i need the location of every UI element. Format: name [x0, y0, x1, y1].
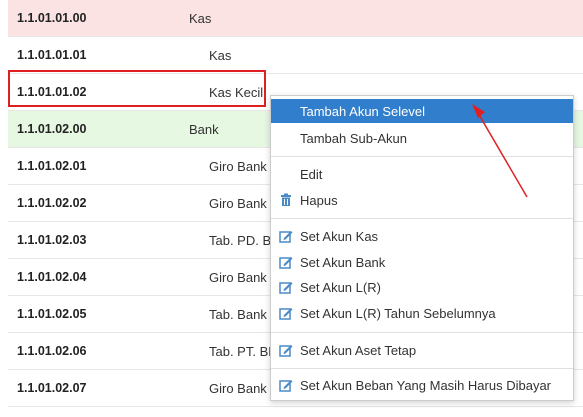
arrow-annotation — [472, 104, 528, 198]
